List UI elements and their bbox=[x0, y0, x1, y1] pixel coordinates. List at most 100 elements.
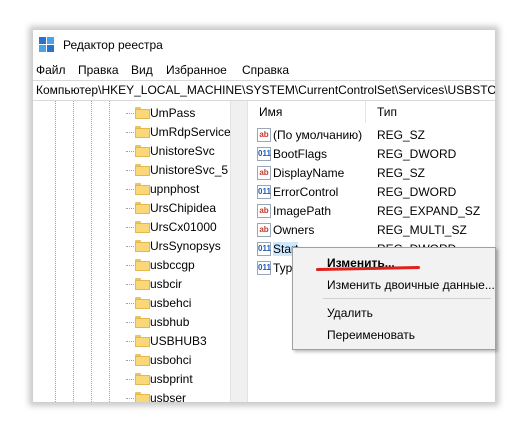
tree-branch-line bbox=[126, 322, 134, 323]
column-divider[interactable] bbox=[365, 101, 366, 123]
value-row[interactable]: ab Owners REG_MULTI_SZ bbox=[249, 221, 495, 240]
value-row[interactable]: ab (По умолчанию) REG_SZ bbox=[249, 126, 495, 145]
folder-icon bbox=[135, 354, 150, 366]
tree-branch-line bbox=[126, 284, 134, 285]
string-value-icon: ab bbox=[257, 128, 271, 142]
tree-item-label: usbccgp bbox=[150, 258, 195, 272]
string-value-icon: ab bbox=[257, 204, 271, 218]
tree-item[interactable]: USBHUB3 bbox=[118, 332, 230, 351]
folder-icon bbox=[135, 107, 150, 119]
pane-splitter[interactable] bbox=[230, 101, 248, 402]
address-bar[interactable]: Компьютер\HKEY_LOCAL_MACHINE\SYSTEM\Curr… bbox=[33, 80, 495, 101]
tree-item-label: usbehci bbox=[150, 296, 192, 310]
context-menu-modify-binary[interactable]: Изменить двоичные данные... bbox=[327, 278, 495, 292]
folder-icon bbox=[135, 183, 150, 195]
folder-icon bbox=[135, 278, 150, 290]
tree-branch-line bbox=[126, 303, 134, 304]
context-menu-separator bbox=[323, 298, 491, 299]
folder-icon bbox=[135, 202, 150, 214]
tree-guide-line bbox=[73, 101, 74, 402]
string-value-icon: ab bbox=[257, 166, 271, 180]
menu-view[interactable]: Вид bbox=[131, 63, 153, 77]
tree-item[interactable]: usbhub bbox=[118, 313, 230, 332]
title-bar: Редактор реестра bbox=[33, 30, 495, 60]
tree-item[interactable]: usbprint bbox=[118, 370, 230, 389]
tree-item-label: usbcir bbox=[150, 277, 183, 291]
context-menu-rename[interactable]: Переименовать bbox=[327, 328, 415, 342]
tree-branch-line bbox=[126, 360, 134, 361]
tree-item[interactable]: UrsChipidea bbox=[118, 199, 230, 218]
value-name: Owners bbox=[273, 223, 315, 237]
tree-item[interactable]: UnistoreSvc bbox=[118, 142, 230, 161]
value-name: ErrorControl bbox=[273, 185, 339, 199]
key-tree: UmPass UmRdpService UnistoreSvc UnistoreSvc… bbox=[33, 101, 230, 402]
value-type: REG_DWORD bbox=[377, 147, 457, 161]
menu-file[interactable]: Файл bbox=[36, 63, 66, 77]
tree-item[interactable]: UmRdpService bbox=[118, 123, 230, 142]
tree-branch-line bbox=[126, 379, 134, 380]
menu-favorites[interactable]: Избранное bbox=[166, 63, 227, 77]
tree-item[interactable]: UrsCx01000 bbox=[118, 218, 230, 237]
value-type: REG_EXPAND_SZ bbox=[377, 204, 481, 218]
menu-bar: Файл Правка Вид Избранное Справка bbox=[33, 61, 495, 81]
tree-item[interactable]: UnistoreSvc_5 bbox=[118, 161, 230, 180]
context-menu-delete[interactable]: Удалить bbox=[327, 306, 373, 320]
binary-value-icon: 011 bbox=[257, 242, 271, 256]
column-headers: Имя Тип bbox=[249, 101, 495, 123]
tree-branch-line bbox=[126, 246, 134, 247]
folder-icon bbox=[135, 316, 150, 328]
tree-item-label: UnistoreSvc bbox=[150, 144, 215, 158]
tree-item-label: UnistoreSvc_5 bbox=[150, 163, 229, 177]
registry-editor-icon bbox=[39, 37, 55, 53]
tree-branch-line bbox=[126, 208, 134, 209]
tree-item[interactable]: upnphost bbox=[118, 180, 230, 199]
tree-branch-line bbox=[126, 132, 134, 133]
binary-value-icon: 011 bbox=[257, 261, 271, 275]
value-row[interactable]: ab DisplayName REG_SZ bbox=[249, 164, 495, 183]
tree-branch-line bbox=[126, 227, 134, 228]
tree-item[interactable]: usbehci bbox=[118, 294, 230, 313]
folder-icon bbox=[135, 392, 150, 402]
string-value-icon: ab bbox=[257, 223, 271, 237]
tree-guide-line bbox=[109, 101, 110, 402]
tree-item[interactable]: usbccgp bbox=[118, 256, 230, 275]
tree-branch-line bbox=[126, 170, 134, 171]
folder-icon bbox=[135, 373, 150, 385]
tree-branch-line bbox=[126, 113, 134, 114]
folder-icon bbox=[135, 259, 150, 271]
tree-item-label: upnphost bbox=[150, 182, 200, 196]
window-title: Редактор реестра bbox=[63, 38, 163, 52]
tree-item[interactable]: usbcir bbox=[118, 275, 230, 294]
folder-icon bbox=[135, 145, 150, 157]
column-header-name[interactable]: Имя bbox=[259, 105, 282, 119]
tree-item[interactable]: UrsSynopsys bbox=[118, 237, 230, 256]
value-type: REG_SZ bbox=[377, 166, 426, 180]
tree-guide-line bbox=[55, 101, 56, 402]
value-name: DisplayName bbox=[273, 166, 345, 180]
menu-edit[interactable]: Правка bbox=[78, 63, 119, 77]
tree-branch-line bbox=[126, 265, 134, 266]
value-row[interactable]: ab ImagePath REG_EXPAND_SZ bbox=[249, 202, 495, 221]
menu-help[interactable]: Справка bbox=[242, 63, 289, 77]
tree-item-label: USBHUB3 bbox=[150, 334, 207, 348]
tree-branch-line bbox=[126, 341, 134, 342]
tree-item[interactable]: usbohci bbox=[118, 351, 230, 370]
tree-item-label: UrsCx01000 bbox=[150, 220, 217, 234]
folder-icon bbox=[135, 164, 150, 176]
tree-branch-line bbox=[126, 189, 134, 190]
value-name: BootFlags bbox=[273, 147, 328, 161]
tree-item-label: UmPass bbox=[150, 106, 196, 120]
value-type: REG_SZ bbox=[377, 128, 426, 142]
value-row[interactable]: 011 ErrorControl REG_DWORD bbox=[249, 183, 495, 202]
folder-icon bbox=[135, 297, 150, 309]
tree-item[interactable]: UmPass bbox=[118, 104, 230, 123]
folder-icon bbox=[135, 126, 150, 138]
binary-value-icon: 011 bbox=[257, 185, 271, 199]
tree-item[interactable]: usbser bbox=[118, 389, 230, 402]
column-header-type[interactable]: Тип bbox=[377, 105, 397, 119]
tree-item-label: usbprint bbox=[150, 372, 193, 386]
tree-item-label: usbhub bbox=[150, 315, 190, 329]
value-row[interactable]: 011 BootFlags REG_DWORD bbox=[249, 145, 495, 164]
address-path[interactable]: Компьютер\HKEY_LOCAL_MACHINE\SYSTEM\Curr… bbox=[36, 83, 495, 97]
tree-item-label: usbser bbox=[150, 391, 187, 402]
